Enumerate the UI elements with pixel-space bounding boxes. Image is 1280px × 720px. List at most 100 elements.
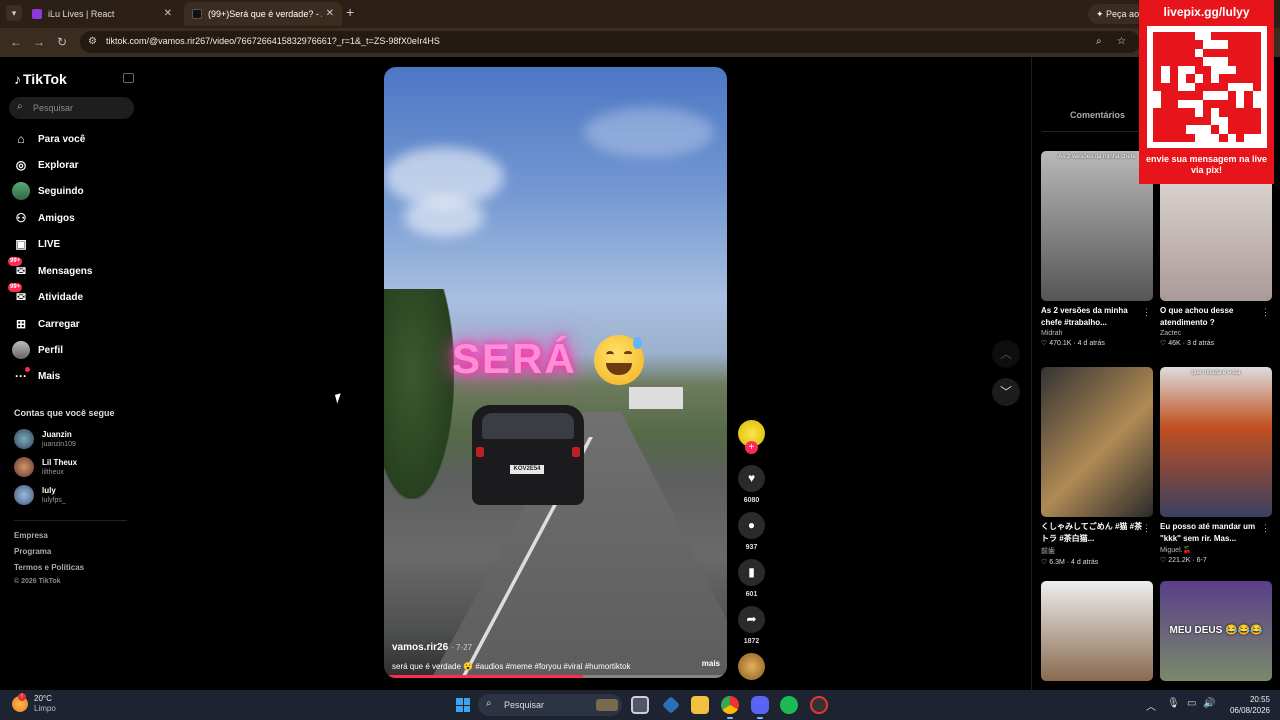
music-disc-icon[interactable]	[738, 653, 765, 680]
like-action[interactable]: ♥ 6080	[738, 465, 765, 504]
site-info-icon[interactable]: ⚙	[88, 36, 97, 47]
tab-search-button[interactable]: ▾	[6, 5, 22, 21]
view-count: 6.3M	[1049, 559, 1065, 566]
spotify-icon[interactable]	[780, 696, 798, 714]
qr-module	[1252, 82, 1261, 92]
more-options-icon[interactable]: ⋮	[1261, 523, 1270, 534]
nav-atividade[interactable]: ✉ 99+ Atividade	[8, 283, 137, 308]
nav-amigos[interactable]: ⚇ Amigos	[12, 207, 137, 229]
volume-icon[interactable]: 🔊	[1203, 698, 1215, 709]
activity-icon: ✉ 99+	[8, 283, 27, 304]
url-field[interactable]: ⚙ tiktok.com/@vamos.rir267/video/7667266…	[80, 31, 1140, 53]
following-account-juanzin[interactable]: Juanzin juanzin109	[14, 428, 76, 450]
more-options-icon[interactable]: ⋮	[1142, 307, 1151, 318]
video-author[interactable]: vamos.rir26	[392, 642, 448, 653]
taskbar-search[interactable]: ⌕ Pesquisar	[478, 694, 622, 716]
video-author[interactable]: 前歯	[1041, 546, 1153, 556]
browser-tab-ilu-lives[interactable]: iLu Lives | React ✕	[24, 2, 180, 26]
comment-action[interactable]: ● 937	[738, 512, 765, 551]
microphone-icon[interactable]: 🎙	[1167, 698, 1180, 709]
nav-mais[interactable]: ··· Mais	[12, 365, 137, 387]
follow-plus-icon[interactable]: +	[745, 441, 758, 454]
qr-module	[1219, 91, 1228, 100]
qr-module	[1177, 65, 1187, 75]
collapse-sidebar-icon[interactable]	[123, 73, 134, 83]
share-action[interactable]: ➦ 1872	[738, 606, 765, 645]
video-thumbnail[interactable]	[1041, 367, 1153, 517]
task-view-icon[interactable]	[631, 696, 649, 714]
video-thumbnail[interactable]	[1041, 581, 1153, 681]
nav-seguindo[interactable]: Seguindo	[12, 180, 137, 202]
nav-para-voce[interactable]: ⌂ Para você	[12, 128, 137, 150]
save-action[interactable]: ▮ 601	[738, 559, 765, 598]
qr-module	[1236, 74, 1245, 83]
footer-link-termos[interactable]: Termos e Políticas	[14, 563, 84, 572]
qr-module	[1202, 65, 1212, 75]
widgets-icon[interactable]	[662, 696, 680, 714]
nav-explorar[interactable]: ◎ Explorar	[12, 154, 137, 176]
video-card[interactable]: MEU DEUS 😂😂😂	[1160, 581, 1272, 681]
video-title: くしゃみしてごめん #猫 #茶トラ #茶白猫...	[1041, 522, 1143, 543]
share-icon[interactable]: ➦	[738, 606, 765, 633]
following-account-liltheux[interactable]: Lil Theux liltheux	[14, 456, 77, 478]
video-card[interactable]: ⋮ くしゃみしてごめん #猫 #茶トラ #茶白猫... 前歯 ♡ 6.3M · …	[1041, 367, 1153, 566]
tiktok-logo[interactable]: ♪ TikTok	[14, 71, 67, 87]
close-tab-icon[interactable]: ✕	[326, 2, 334, 26]
obs-icon[interactable]	[810, 696, 828, 714]
nav-perfil[interactable]: Perfil	[12, 339, 137, 361]
qr-module	[1194, 74, 1203, 83]
next-video-button[interactable]: ﹀	[992, 378, 1020, 406]
video-player[interactable]: KOV2E54 SERÁ vamos.rir26 · 7-27 será que …	[384, 67, 727, 678]
qr-module	[1153, 99, 1162, 109]
caption-more-button[interactable]: mais	[702, 659, 720, 668]
qr-module	[1194, 40, 1203, 49]
heart-icon[interactable]: ♥	[738, 465, 765, 492]
network-icon[interactable]: ▭	[1187, 698, 1196, 709]
sidebar-search[interactable]: ⌕	[9, 97, 134, 119]
comment-icon[interactable]: ●	[738, 512, 765, 539]
windows-start-icon[interactable]	[456, 698, 470, 712]
back-icon[interactable]: ←	[10, 35, 22, 49]
close-tab-icon[interactable]: ✕	[164, 2, 172, 26]
more-options-icon[interactable]: ⋮	[1142, 523, 1151, 534]
file-explorer-icon[interactable]	[691, 696, 709, 714]
search-input[interactable]	[33, 100, 128, 116]
video-thumbnail[interactable]: MEU DEUS 😂😂😂	[1160, 581, 1272, 681]
clock[interactable]: 20:55 06/08/2026	[1218, 694, 1270, 716]
nav-carregar[interactable]: ⊞ Carregar	[12, 313, 137, 335]
video-author[interactable]: Miguel.🍒	[1160, 546, 1272, 554]
more-options-icon[interactable]: ⋮	[1261, 307, 1270, 318]
video-card[interactable]: que mitada é essa ⋮ Eu posso até mandar …	[1160, 367, 1272, 564]
zoom-icon[interactable]: ⌕	[1096, 36, 1102, 47]
forward-icon[interactable]: →	[33, 35, 45, 49]
video-progress-bar[interactable]	[384, 675, 727, 678]
discord-icon[interactable]	[751, 696, 769, 719]
video-thumbnail[interactable]: que mitada é essa	[1160, 367, 1272, 517]
bookmark-star-icon[interactable]: ☆	[1117, 36, 1126, 47]
weather-widget[interactable]: ! 20°C Limpo	[12, 693, 56, 714]
nav-live[interactable]: ▣ LIVE	[12, 233, 137, 255]
video-author[interactable]: Midrah	[1041, 330, 1153, 337]
avatar	[14, 457, 34, 477]
browser-tab-tiktok[interactable]: (99+)Será que é verdade? - Áu ✕	[184, 2, 342, 26]
creator-avatar[interactable]: +	[738, 420, 765, 454]
previous-video-button[interactable]: ︿	[992, 340, 1020, 368]
video-card[interactable]	[1041, 581, 1153, 681]
qr-module	[1153, 82, 1162, 92]
footer-link-empresa[interactable]: Empresa	[14, 531, 48, 540]
video-stats: ♡ 470.1K · 4 d atrás	[1041, 340, 1105, 347]
following-account-luly[interactable]: luly lulyfps_	[14, 484, 66, 506]
video-thumbnail[interactable]: As 2 versões da minha chefe	[1041, 151, 1153, 301]
tab-comentarios[interactable]: Comentários	[1070, 110, 1125, 120]
bookmark-icon[interactable]: ▮	[738, 559, 765, 586]
new-tab-icon[interactable]: +	[346, 4, 354, 20]
reload-icon[interactable]: ↻	[57, 35, 67, 49]
qr-module	[1194, 116, 1203, 126]
tray-chevron-icon[interactable]: ︿	[1146, 698, 1156, 713]
footer-link-programa[interactable]: Programa	[14, 547, 51, 556]
nav-mensagens[interactable]: ✉ 99+ Mensagens	[8, 257, 137, 282]
video-card[interactable]: As 2 versões da minha chefe ⋮ As 2 versõ…	[1041, 151, 1153, 347]
video-author[interactable]: Zactec	[1160, 330, 1272, 337]
qr-module	[1202, 74, 1212, 83]
chrome-icon[interactable]	[721, 696, 739, 719]
